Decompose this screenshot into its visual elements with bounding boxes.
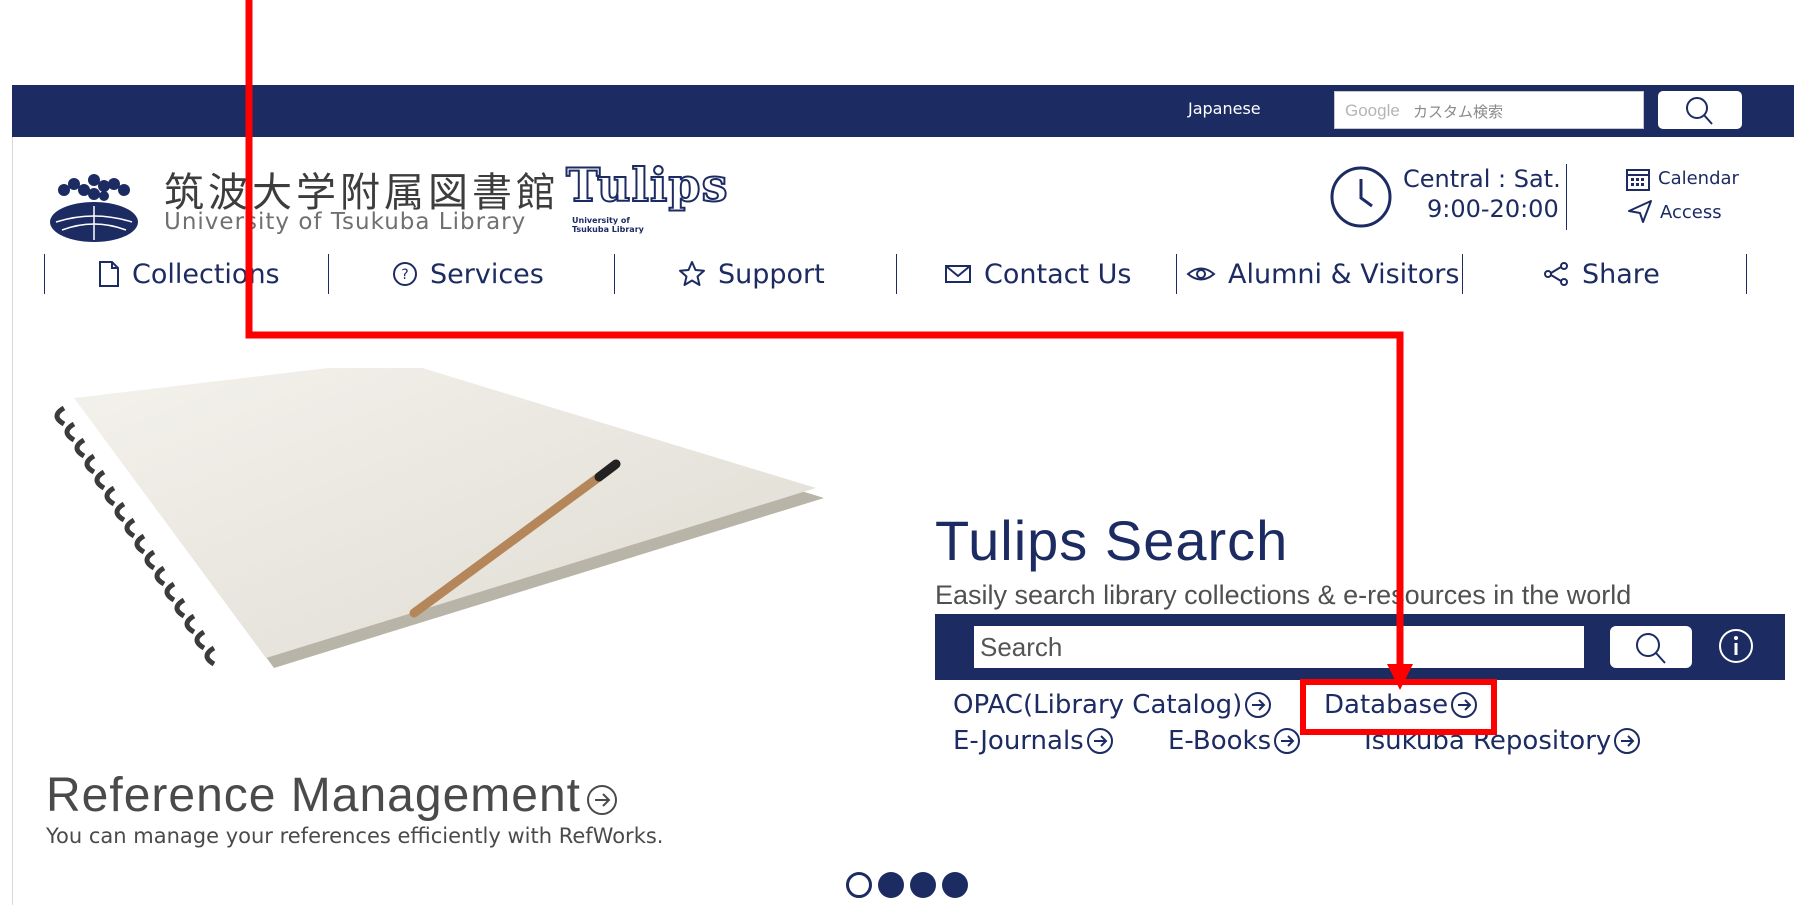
annotation-arrow-overlay <box>245 0 1497 735</box>
annotation-arrowhead <box>1387 664 1413 690</box>
annotation-highlight-box <box>1300 679 1497 735</box>
